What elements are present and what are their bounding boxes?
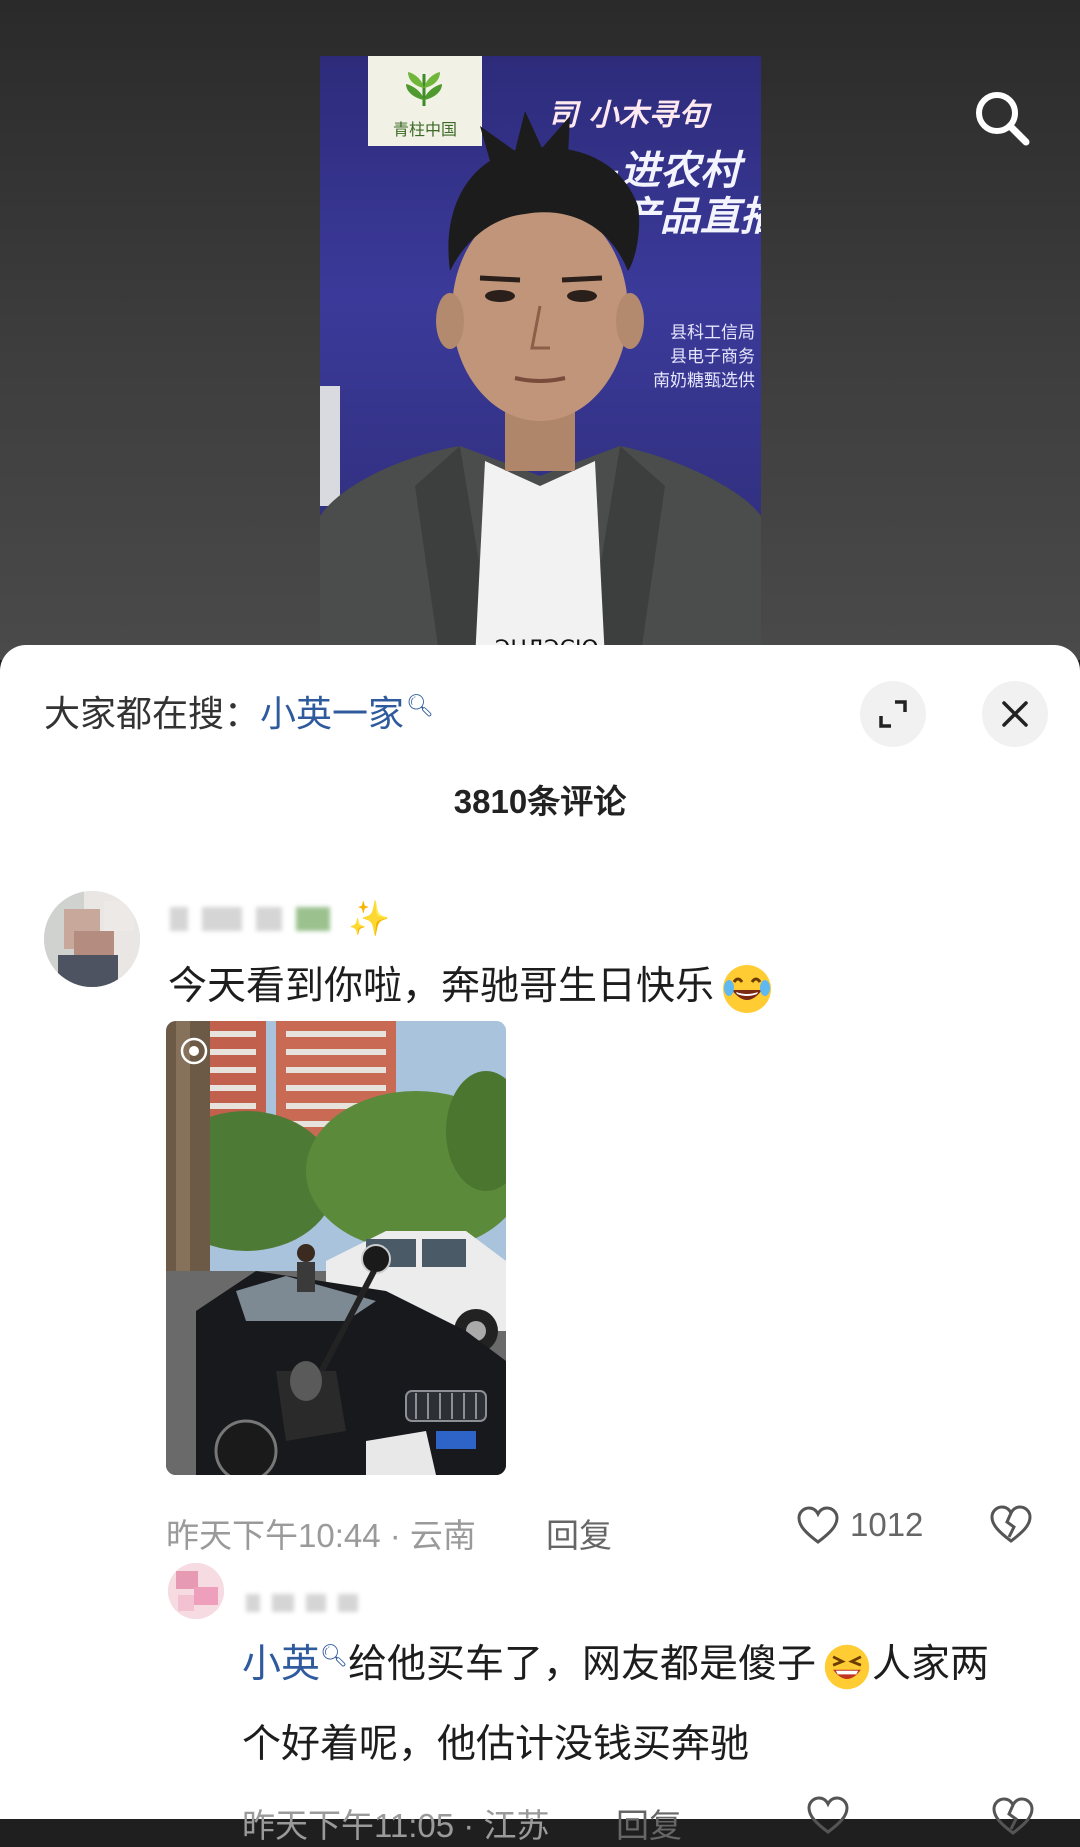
comment-time-location: 昨天下午10:44 · 云南 [166, 1517, 476, 1554]
reply-time-location: 昨天下午11:05 · 江苏 [242, 1807, 550, 1844]
laughing-tears-emoji-icon [723, 964, 772, 1013]
reply-username-redacted [246, 1589, 358, 1617]
trending-search-hint[interactable]: 大家都在搜：小英一家🔍︎ [44, 685, 434, 737]
reply-avatar[interactable] [168, 1563, 224, 1619]
reply-body-line2: 个好着呢，他估计没钱买奔驰 [242, 1723, 750, 1766]
mention-link[interactable]: 小英🔍︎ [242, 1643, 348, 1686]
mention-text: 小英 [242, 1643, 321, 1686]
trending-search-prefix: 大家都在搜： [44, 693, 261, 734]
close-icon [1002, 701, 1028, 727]
broken-heart-icon[interactable] [988, 1503, 1034, 1545]
heart-icon [797, 1506, 839, 1544]
sparkle-icon: ✨ [348, 900, 391, 938]
street-photo-mercedes [166, 1021, 506, 1475]
heart-icon [807, 1796, 849, 1834]
video-player-area[interactable]: 青柱中国 司 小木寻句 —进农村 产品直播 县科工信局 县电子商务 南奶糖甄选供… [0, 0, 1080, 660]
expand-icon [879, 700, 907, 728]
comment-body: 今天看到你啦，奔驰哥生日快乐 [168, 955, 774, 1016]
trending-search-keyword[interactable]: 小英一家 [260, 693, 404, 734]
mini-search-icon: 🔍︎ [406, 693, 434, 718]
reply-button[interactable]: 回复 [616, 1799, 682, 1847]
reply-button[interactable]: 回复 [546, 1509, 612, 1557]
search-icon[interactable] [970, 86, 1034, 150]
like-button[interactable]: 1012 [796, 1505, 923, 1545]
comment-photo[interactable] [166, 1021, 506, 1475]
expand-button[interactable] [860, 681, 926, 747]
person-in-video: ЭНДЭСЮ [320, 111, 761, 660]
broken-heart-icon[interactable] [990, 1795, 1036, 1837]
reply-body-text: 给他买车了，网友都是傻子 [347, 1643, 816, 1686]
comment-sheet: 大家都在搜：小英一家🔍︎ 3810条评论 ✨ 今天看到你啦，奔驰哥生日快乐 昨天… [0, 645, 1080, 1844]
close-button[interactable] [982, 681, 1048, 747]
mini-search-icon: 🔍︎ [320, 1643, 348, 1668]
comment-count: 3810条评论 [453, 783, 627, 820]
reply-body-line1: 小英🔍︎给他买车了，网友都是傻子 人家两 [242, 1633, 989, 1692]
grinning-squint-emoji-icon [824, 1644, 870, 1689]
commenter-avatar[interactable] [44, 891, 140, 987]
video-frame[interactable]: 青柱中国 司 小木寻句 —进农村 产品直播 县科工信局 县电子商务 南奶糖甄选供… [320, 56, 761, 660]
reply-body-text-tail: 人家两 [871, 1643, 989, 1686]
like-button[interactable] [806, 1795, 850, 1835]
blurred-avatar-image [168, 1563, 224, 1619]
like-count: 1012 [850, 1506, 924, 1543]
comment-body-text: 今天看到你啦，奔驰哥生日快乐 [168, 965, 715, 1008]
commenter-username-redacted: ✨ [170, 899, 390, 939]
blurred-avatar-image [44, 891, 140, 987]
